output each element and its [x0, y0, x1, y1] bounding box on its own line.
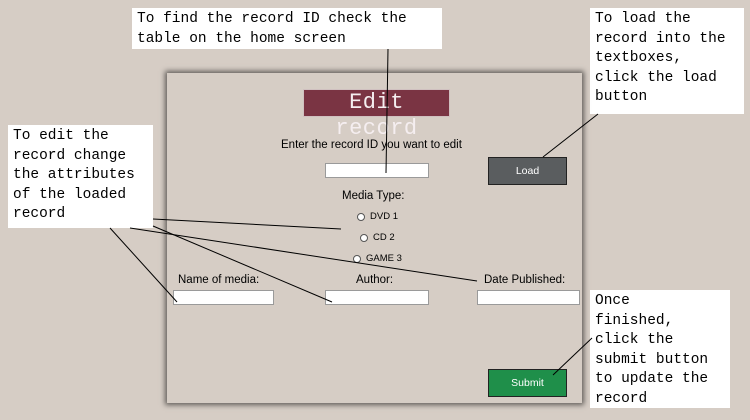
radio-cd-label: CD 2: [373, 232, 395, 243]
radio-cd-circle[interactable]: [360, 233, 368, 242]
callout-edit: To edit the record change the attributes…: [8, 125, 153, 228]
date-input[interactable]: [477, 290, 580, 305]
name-label: Name of media:: [178, 274, 260, 286]
radio-game[interactable]: GAME 3: [353, 253, 402, 264]
radio-game-circle[interactable]: [353, 254, 361, 263]
date-label: Date Published:: [484, 274, 566, 286]
radio-dvd-circle[interactable]: [357, 212, 365, 221]
submit-button[interactable]: Submit: [488, 369, 567, 397]
edit-record-window: Edit record Enter the record ID you want…: [167, 73, 582, 403]
window-title: Edit record: [303, 89, 450, 141]
radio-dvd[interactable]: DVD 1: [357, 211, 398, 222]
author-input[interactable]: [325, 290, 429, 305]
callout-submit: Once finished, click the submit button t…: [590, 290, 730, 408]
record-id-input[interactable]: [325, 163, 429, 178]
author-label: Author:: [356, 274, 394, 286]
callout-load: To load the record into the textboxes, c…: [590, 8, 744, 114]
media-type-label: Media Type:: [342, 190, 405, 202]
radio-dvd-label: DVD 1: [370, 211, 398, 222]
callout-home-screen: To find the record ID check the table on…: [132, 8, 442, 49]
name-input[interactable]: [173, 290, 274, 305]
radio-game-label: GAME 3: [366, 253, 402, 264]
record-id-prompt: Enter the record ID you want to edit: [281, 139, 462, 151]
radio-cd[interactable]: CD 2: [360, 232, 395, 243]
load-button[interactable]: Load: [488, 157, 567, 185]
